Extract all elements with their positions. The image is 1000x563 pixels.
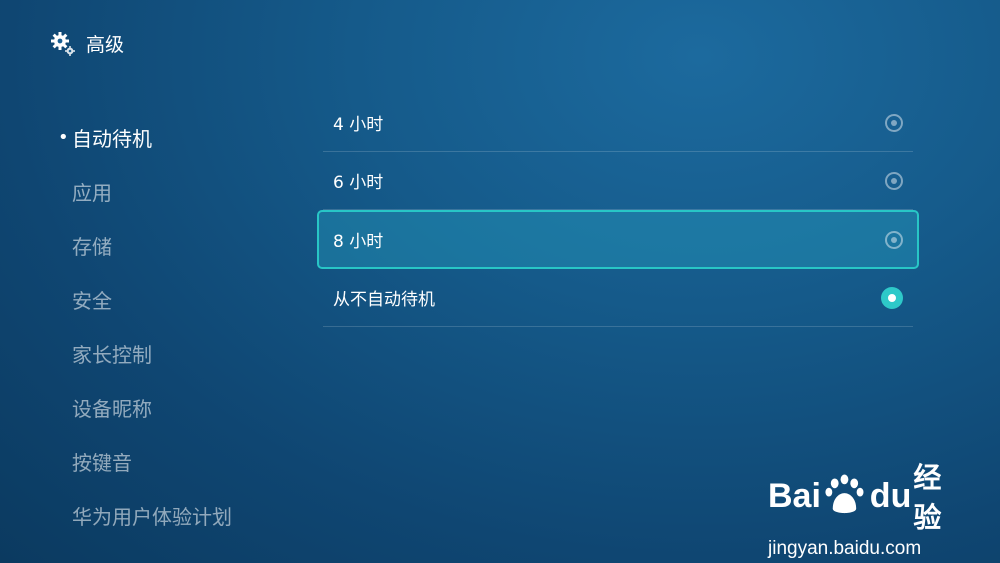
page-header: 高级 — [50, 30, 124, 57]
sidebar-item-label: 按键音 — [72, 450, 132, 475]
sidebar-item-auto-standby[interactable]: • 自动待机 — [58, 110, 288, 164]
paw-icon — [825, 474, 864, 514]
sidebar-item-apps[interactable]: 应用 — [58, 164, 288, 218]
sidebar-item-label: 存储 — [72, 234, 112, 259]
active-bullet: • — [58, 126, 69, 148]
sidebar-item-label: 自动待机 — [72, 126, 152, 151]
sidebar-item-parental-control[interactable]: 家长控制 — [58, 326, 288, 380]
sidebar-item-key-sound[interactable]: 按键音 — [58, 434, 288, 488]
radio-unselected-icon[interactable] — [885, 113, 903, 132]
sidebar-item-device-name[interactable]: 设备昵称 — [58, 380, 288, 434]
sidebar-item-security[interactable]: 安全 — [58, 272, 288, 326]
sidebar-item-label: 安全 — [72, 288, 112, 313]
option-label: 从不自动待机 — [333, 290, 435, 310]
sidebar-item-label: 家长控制 — [72, 342, 152, 367]
option-label: 8 小时 — [333, 232, 384, 252]
option-label: 4 小时 — [333, 115, 384, 135]
option-label: 6 小时 — [333, 173, 384, 193]
sidebar-item-storage[interactable]: 存储 — [58, 218, 288, 272]
radio-unselected-icon[interactable] — [885, 171, 903, 190]
radio-selected-icon[interactable] — [881, 286, 903, 309]
option-4-hours[interactable]: 4 小时 — [323, 94, 913, 152]
logo-text-jingyan: 经验 — [913, 461, 942, 534]
logo-text-du: du — [869, 476, 912, 515]
radio-unselected-icon[interactable] — [885, 230, 903, 249]
standby-options-list: 4 小时 6 小时 8 小时 从不自动待机 — [317, 94, 919, 327]
sidebar-item-user-experience-program[interactable]: 华为用户体验计划 — [58, 488, 288, 542]
option-8-hours[interactable]: 8 小时 — [317, 210, 919, 269]
option-6-hours[interactable]: 6 小时 — [323, 152, 913, 210]
baidu-jingyan-watermark: Bai du 经验 jingyan.baidu.com — [768, 456, 968, 559]
baidu-logo: Bai du 经验 — [768, 456, 968, 536]
gear-icon — [51, 31, 75, 56]
settings-sidebar: • 自动待机 应用 存储 安全 家长控制 设备昵称 按键音 华为用户体验计划 — [58, 110, 288, 542]
sidebar-item-label: 设备昵称 — [72, 396, 152, 421]
logo-text-bai: Bai — [768, 476, 821, 515]
option-never-standby[interactable]: 从不自动待机 — [323, 269, 913, 327]
watermark-url: jingyan.baidu.com — [768, 538, 922, 559]
sidebar-item-label: 华为用户体验计划 — [72, 504, 232, 529]
sidebar-item-label: 应用 — [72, 180, 112, 205]
page-title: 高级 — [86, 34, 125, 56]
